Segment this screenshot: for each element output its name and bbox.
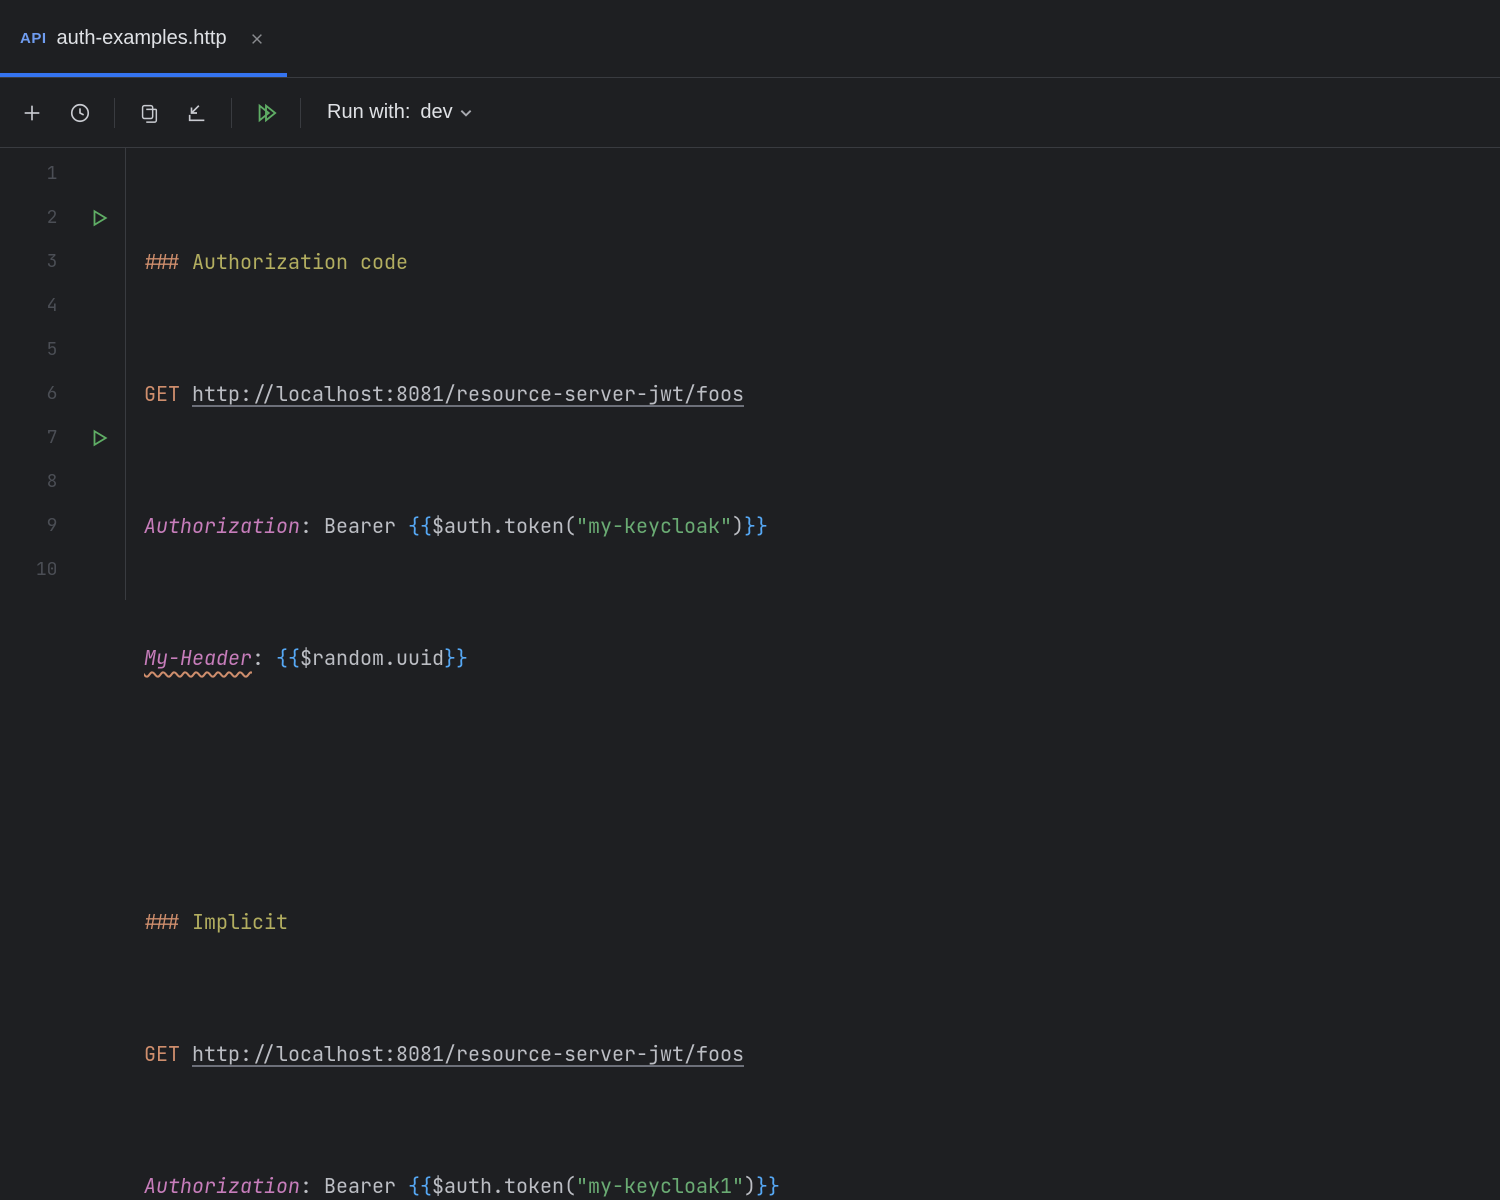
section-header: ### Implicit	[144, 900, 780, 944]
run-markers	[73, 152, 125, 600]
tab-auth-examples[interactable]: API auth-examples.http	[0, 0, 287, 77]
toolbar: Run with: dev	[0, 78, 1500, 148]
history-button[interactable]	[58, 91, 102, 135]
header-line: Authorization: Bearer {{$auth.token("my-…	[144, 504, 780, 548]
section-header: ### Authorization code	[144, 240, 780, 284]
tab-filename: auth-examples.http	[57, 27, 227, 50]
line-number: 8	[0, 460, 57, 504]
close-icon[interactable]	[243, 25, 271, 53]
line-number: 4	[0, 284, 57, 328]
request-line: GET http://localhost:8081/resource-serve…	[144, 1032, 780, 1076]
header-line: Authorization: Bearer {{$auth.token("my-…	[144, 1164, 780, 1200]
line-number: 6	[0, 372, 57, 416]
run-with-section: Run with: dev	[327, 101, 473, 124]
environment-dropdown[interactable]: dev	[420, 101, 472, 124]
request-line: GET http://localhost:8081/resource-serve…	[144, 372, 780, 416]
line-numbers: 1 2 3 4 5 6 7 8 9 10	[0, 152, 73, 600]
line-number: 5	[0, 328, 57, 372]
separator	[231, 98, 232, 128]
line-number: 1	[0, 152, 57, 196]
header-line: My-Header: {{$random.uuid}}	[144, 636, 780, 680]
line-number: 3	[0, 240, 57, 284]
run-request-button[interactable]	[73, 416, 125, 460]
api-file-icon: API	[20, 30, 47, 47]
line-number: 7	[0, 416, 57, 460]
blank-line	[144, 768, 780, 812]
add-request-button[interactable]	[10, 91, 54, 135]
import-button[interactable]	[175, 91, 219, 135]
environment-value: dev	[420, 101, 452, 124]
gutter: 1 2 3 4 5 6 7 8 9 10	[0, 148, 126, 600]
examples-button[interactable]	[127, 91, 171, 135]
editor[interactable]: 1 2 3 4 5 6 7 8 9 10 ### Authorization c…	[0, 148, 1500, 600]
line-number: 10	[0, 548, 57, 592]
line-number: 9	[0, 504, 57, 548]
code-area[interactable]: ### Authorization code GET http://localh…	[126, 148, 780, 600]
run-with-label: Run with:	[327, 101, 410, 124]
separator	[300, 98, 301, 128]
run-request-button[interactable]	[73, 196, 125, 240]
line-number: 2	[0, 196, 57, 240]
separator	[114, 98, 115, 128]
run-all-button[interactable]	[244, 91, 288, 135]
tab-bar: API auth-examples.http	[0, 0, 1500, 78]
chevron-down-icon	[459, 106, 473, 120]
